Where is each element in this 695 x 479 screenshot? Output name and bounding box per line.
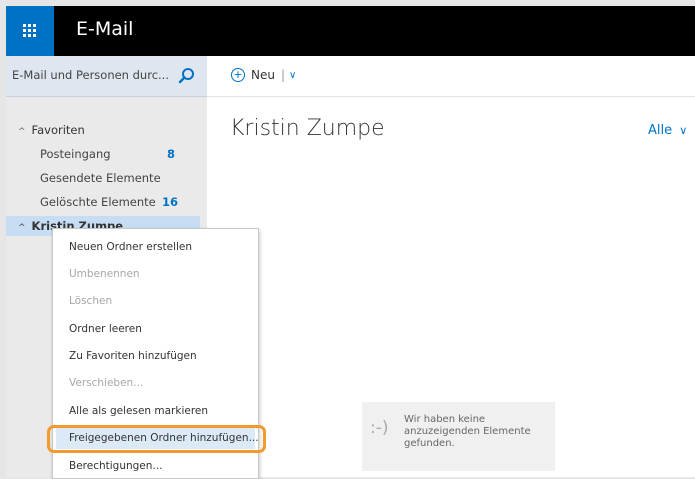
- menu-item-rename[interactable]: Umbenennen: [69, 268, 140, 280]
- menu-item-permissions[interactable]: Berechtigungen...: [69, 460, 162, 472]
- new-button[interactable]: + Neu | ∨: [231, 68, 296, 82]
- empty-state-message: Wir haben keine anzuzeigenden Elemente g…: [404, 414, 531, 449]
- chevron-down-icon[interactable]: ∨: [289, 70, 296, 81]
- callout-highlight-ring: [47, 425, 266, 453]
- unread-count-badge: 16: [162, 195, 179, 209]
- top-bar: E-Mail: [6, 6, 695, 56]
- sidebar-item-label: Gesendete Elemente: [40, 171, 161, 185]
- filter-dropdown[interactable]: Alle ∨: [648, 123, 687, 138]
- waffle-icon: [23, 24, 37, 38]
- favorites-label: Favoriten: [31, 123, 85, 137]
- chevron-up-icon[interactable]: ^: [18, 223, 26, 233]
- unread-count-badge: 8: [167, 147, 176, 161]
- menu-item-delete[interactable]: Löschen: [69, 295, 112, 307]
- menu-item-empty-folder[interactable]: Ordner leeren: [69, 323, 142, 335]
- page-title: Kristin Zumpe: [230, 116, 385, 141]
- smiley-icon: :-): [370, 418, 389, 438]
- chevron-down-icon: ∨: [679, 124, 688, 137]
- separator: |: [280, 68, 286, 82]
- search-icon[interactable]: [178, 67, 196, 85]
- app-launcher-button[interactable]: [6, 6, 54, 56]
- sidebar-item-label: Posteingang: [40, 147, 111, 161]
- menu-item-add-to-favorites[interactable]: Zu Favoriten hinzufügen: [69, 350, 197, 362]
- app-title: E-Mail: [76, 18, 134, 40]
- menu-item-move[interactable]: Verschieben...: [69, 377, 143, 389]
- sidebar-item-sent[interactable]: Gesendete Elemente: [40, 171, 161, 185]
- sidebar-item-inbox[interactable]: Posteingang: [40, 147, 111, 161]
- sidebar-item-label: Gelöschte Elemente: [40, 195, 156, 209]
- filter-label: Alle: [648, 123, 673, 138]
- search-box[interactable]: E-Mail und Personen durc...: [6, 56, 207, 97]
- search-input[interactable]: E-Mail und Personen durc...: [12, 68, 169, 82]
- favorites-header[interactable]: ^ Favoriten: [18, 123, 85, 137]
- new-label: Neu: [251, 68, 275, 82]
- plus-circle-icon: +: [231, 68, 245, 82]
- command-bar: + Neu | ∨: [207, 56, 695, 97]
- sidebar-item-deleted[interactable]: Gelöschte Elemente: [40, 195, 156, 209]
- chevron-up-icon[interactable]: ^: [18, 127, 26, 137]
- menu-item-new-folder[interactable]: Neuen Ordner erstellen: [69, 241, 192, 253]
- menu-item-mark-all-read[interactable]: Alle als gelesen markieren: [69, 405, 208, 417]
